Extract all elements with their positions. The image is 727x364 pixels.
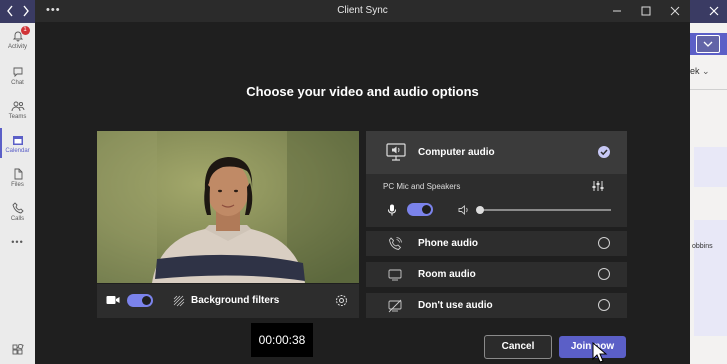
room-audio-icon bbox=[388, 269, 402, 281]
audio-option-phone[interactable]: Phone audio bbox=[366, 231, 627, 256]
close-icon[interactable] bbox=[669, 5, 681, 17]
no-audio-icon bbox=[388, 299, 402, 313]
speaker-volume-slider[interactable] bbox=[476, 206, 611, 214]
rail-item-calls[interactable]: Calls bbox=[0, 202, 35, 222]
background-week-text: ek ⌄ bbox=[690, 66, 710, 76]
rail-item-label: Files bbox=[11, 182, 24, 188]
device-settings-icon[interactable] bbox=[335, 294, 348, 307]
background-event-text: obbins bbox=[692, 243, 713, 250]
chevron-down-icon[interactable] bbox=[696, 35, 720, 53]
mouse-cursor bbox=[592, 342, 608, 364]
background-calendar-pane: ek ⌄ obbins bbox=[690, 23, 727, 364]
rail-more-button[interactable]: ••• bbox=[0, 237, 35, 247]
rail-item-label: Activity bbox=[7, 44, 27, 50]
teams-icon bbox=[11, 101, 24, 112]
camera-preview-image bbox=[97, 131, 359, 283]
chat-icon bbox=[13, 67, 22, 78]
cancel-button[interactable]: Cancel bbox=[484, 335, 552, 359]
room-audio-radio[interactable] bbox=[598, 268, 610, 280]
meeting-prejoin-window: ••• Client Sync Choose your video and au… bbox=[35, 0, 690, 364]
audio-option-none[interactable]: Don't use audio bbox=[366, 293, 627, 318]
checkmark-icon bbox=[598, 146, 610, 158]
dont-use-audio-radio[interactable] bbox=[598, 299, 610, 311]
file-icon bbox=[14, 168, 22, 180]
audio-option-computer[interactable]: Computer audio bbox=[366, 131, 627, 174]
video-controls-bar: Background filters bbox=[97, 284, 359, 318]
audio-device-label: PC Mic and Speakers bbox=[383, 182, 461, 191]
phone-icon bbox=[11, 202, 24, 214]
divider bbox=[690, 89, 727, 90]
rail-item-chat[interactable]: Chat bbox=[0, 66, 35, 86]
rail-item-label: Teams bbox=[8, 114, 27, 120]
app-close-icon[interactable] bbox=[708, 5, 720, 17]
phone-audio-label: Phone audio bbox=[418, 238, 478, 249]
microphone-toggle[interactable] bbox=[407, 203, 433, 216]
toggle-knob bbox=[142, 296, 151, 305]
background-event bbox=[694, 266, 727, 336]
dont-use-audio-label: Don't use audio bbox=[418, 300, 493, 311]
background-filters-button[interactable]: Background filters bbox=[191, 295, 279, 306]
calendar-icon bbox=[12, 136, 23, 145]
toggle-knob bbox=[422, 205, 431, 214]
forward-icon[interactable] bbox=[22, 5, 30, 17]
background-event bbox=[694, 147, 727, 187]
phone-audio-radio[interactable] bbox=[598, 237, 610, 249]
apps-icon bbox=[12, 344, 24, 355]
video-preview bbox=[97, 131, 359, 283]
window-title: Client Sync bbox=[337, 5, 388, 16]
rail-item-files[interactable]: Files bbox=[0, 168, 35, 188]
camera-toggle[interactable] bbox=[127, 294, 153, 307]
computer-audio-label: Computer audio bbox=[418, 147, 495, 158]
room-audio-label: Room audio bbox=[418, 269, 476, 280]
rail-item-label: Calendar bbox=[5, 148, 30, 154]
minimize-icon[interactable] bbox=[611, 5, 623, 17]
rail-item-activity[interactable]: 1 Activity bbox=[0, 26, 35, 50]
rail-item-teams[interactable]: Teams bbox=[0, 100, 35, 120]
background-filters-icon bbox=[173, 295, 185, 307]
rail-item-calendar[interactable]: Calendar bbox=[0, 134, 35, 154]
page-title: Choose your video and audio options bbox=[246, 84, 479, 99]
rail-item-label: Calls bbox=[10, 216, 25, 222]
computer-audio-icon bbox=[386, 143, 406, 161]
microphone-icon bbox=[387, 204, 397, 216]
audio-settings-icon[interactable] bbox=[592, 180, 604, 192]
speaker-icon bbox=[458, 205, 470, 215]
audio-option-room[interactable]: Room audio bbox=[366, 262, 627, 287]
slider-thumb[interactable] bbox=[476, 206, 484, 214]
back-icon[interactable] bbox=[6, 5, 14, 17]
rail-item-label: Chat bbox=[11, 80, 24, 86]
left-rail: 1 Activity Chat Teams Calendar Files Cal… bbox=[0, 23, 35, 364]
audio-device-panel: PC Mic and Speakers bbox=[366, 174, 627, 227]
meeting-timer: 00:00:38 bbox=[251, 323, 313, 357]
maximize-icon[interactable] bbox=[640, 5, 652, 17]
camera-icon bbox=[106, 295, 120, 305]
notification-badge: 1 bbox=[20, 26, 30, 35]
phone-audio-icon bbox=[388, 237, 402, 251]
rail-item-apps[interactable] bbox=[0, 344, 35, 358]
